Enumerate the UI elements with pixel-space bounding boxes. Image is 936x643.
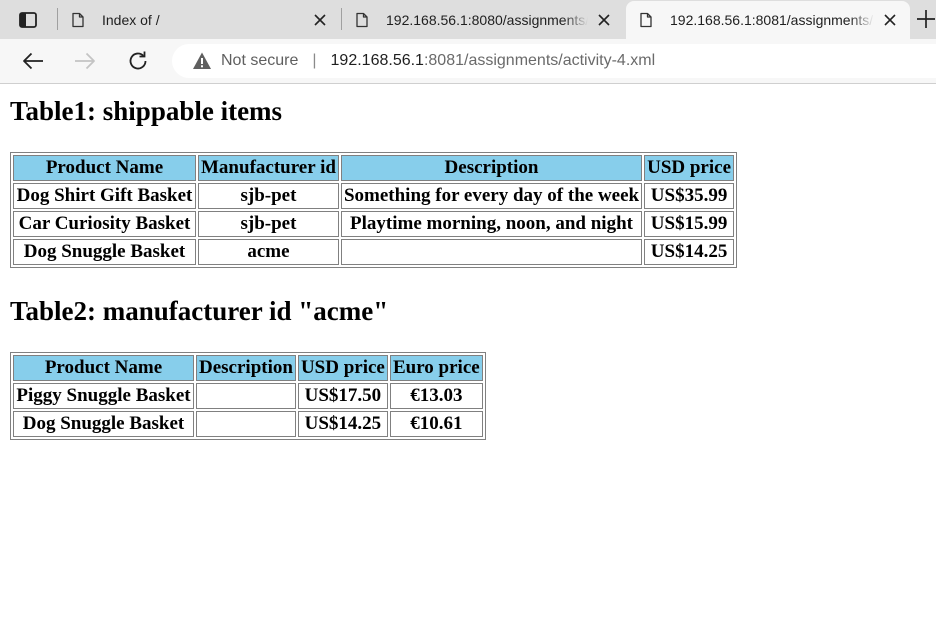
close-tab-button[interactable] [308,8,332,32]
tab-actions-icon [19,11,37,28]
euro-price-cell: €13.03 [389,383,483,409]
usd-price-cell: US$14.25 [297,411,388,437]
url-path[interactable]: :8081/assignments/activity-4.xml [424,52,655,70]
tab-strip: Index of / 192.168.56.1:8080/assignments… [0,0,936,39]
table1-heading: Table1: shippable items [10,96,283,126]
table-row: Piggy Snuggle Basket US$17.50 €13.03 [13,383,483,409]
page-icon [640,12,652,28]
product-name-cell: Dog Snuggle Basket [13,239,196,265]
tab-8080[interactable]: 192.168.56.1:8080/assignments/activity-4… [342,0,624,39]
column-header: Description [340,155,643,181]
tab-title: 192.168.56.1:8081/assignments/activity-4… [670,12,874,28]
close-icon [314,13,326,26]
column-header: USD price [297,355,388,381]
plus-icon [917,10,935,28]
table-row: Dog Shirt Gift Basket sjb-pet Something … [13,183,735,209]
tab-8081-active[interactable]: 192.168.56.1:8081/assignments/activity-4… [626,1,910,39]
url-host[interactable]: 192.168.56.1 [331,52,424,70]
close-icon [598,13,610,26]
address-bar[interactable]: Not secure | 192.168.56.1:8081/assignmen… [172,44,936,78]
euro-price-cell: €10.61 [389,411,483,437]
close-tab-button[interactable] [592,8,616,32]
shippable-items-table: Product Name Manufacturer id Description… [10,152,738,268]
description-cell: Playtime morning, noon, and night [340,211,643,237]
product-name-cell: Car Curiosity Basket [13,211,196,237]
description-cell: Something for every day of the week [340,183,643,209]
page-icon [72,12,84,27]
manufacturer-id-cell: acme [198,239,339,265]
usd-price-cell: US$17.50 [297,383,388,409]
column-header: Description [196,355,296,381]
forward-button[interactable] [71,47,99,75]
close-icon [884,14,896,26]
table-row: Dog Snuggle Basket acme US$14.25 [13,239,735,265]
refresh-button[interactable] [124,47,152,75]
tab-actions-button[interactable] [0,0,56,39]
column-header: Product Name [13,155,196,181]
tab-title: 192.168.56.1:8080/assignments/activity-4… [386,11,588,28]
url-divider: | [312,52,317,69]
acme-items-table: Product Name Description USD price Euro … [10,352,486,440]
table-row: Dog Snuggle Basket US$14.25 €10.61 [13,411,483,437]
product-name-cell: Dog Shirt Gift Basket [13,183,196,209]
usd-price-cell: US$14.25 [644,239,735,265]
column-header: Product Name [13,355,194,381]
forward-arrow-icon [75,52,95,70]
usd-price-cell: US$15.99 [644,211,735,237]
description-cell [196,383,296,409]
close-tab-button[interactable] [878,8,902,32]
column-header: USD price [644,155,735,181]
refresh-icon [129,51,147,70]
back-button[interactable] [19,47,47,75]
product-name-cell: Piggy Snuggle Basket [13,383,194,409]
warning-icon[interactable] [192,51,212,71]
toolbar: Not secure | 192.168.56.1:8081/assignmen… [0,39,936,84]
table2-heading: Table2: manufacturer id "acme" [10,296,389,326]
manufacturer-id-cell: sjb-pet [198,183,339,209]
new-tab-button[interactable] [916,8,936,30]
table-row: Car Curiosity Basket sjb-pet Playtime mo… [13,211,735,237]
page-content: Table1: shippable items Product Name Man… [0,84,936,643]
page-icon [356,12,368,27]
tab-title: Index of / [102,11,160,28]
tab-index[interactable]: Index of / [58,0,340,39]
column-header: Euro price [389,355,483,381]
back-arrow-icon [23,52,43,70]
not-secure-label[interactable]: Not secure [221,52,298,70]
column-header: Manufacturer id [198,155,339,181]
table-header-row: Product Name Description USD price Euro … [13,355,483,381]
description-cell [196,411,296,437]
manufacturer-id-cell: sjb-pet [198,211,339,237]
product-name-cell: Dog Snuggle Basket [13,411,194,437]
table-header-row: Product Name Manufacturer id Description… [13,155,735,181]
description-cell [340,239,643,265]
usd-price-cell: US$35.99 [644,183,735,209]
